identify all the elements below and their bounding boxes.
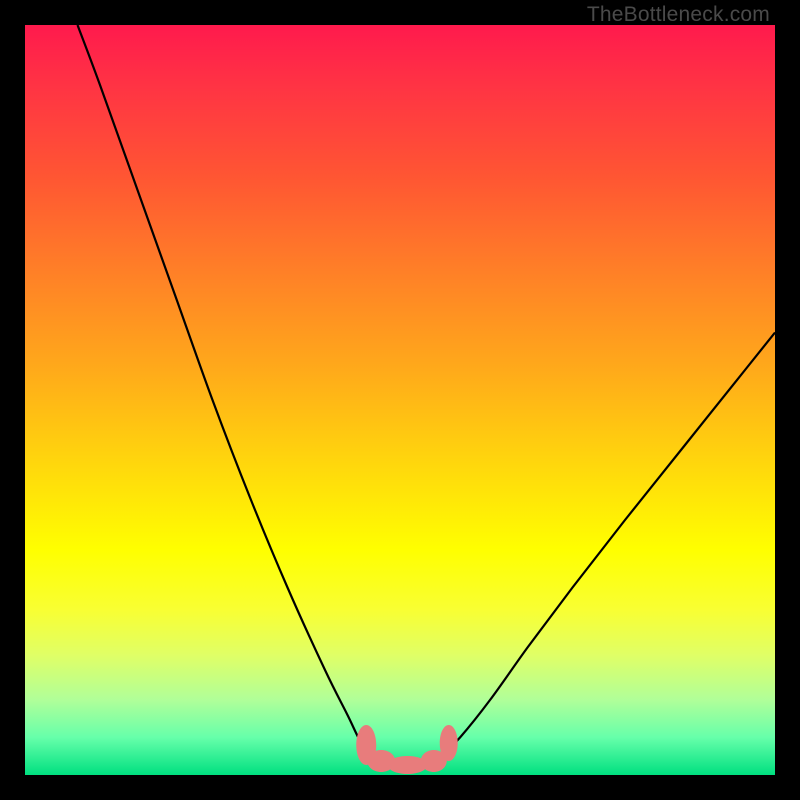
- plot-area: [25, 25, 775, 775]
- bottom-blob: [356, 725, 458, 774]
- right-curve: [438, 333, 776, 761]
- watermark-text: TheBottleneck.com: [587, 3, 770, 27]
- chart-frame: TheBottleneck.com: [0, 0, 800, 800]
- chart-overlay: [25, 25, 775, 775]
- left-curve: [78, 25, 378, 760]
